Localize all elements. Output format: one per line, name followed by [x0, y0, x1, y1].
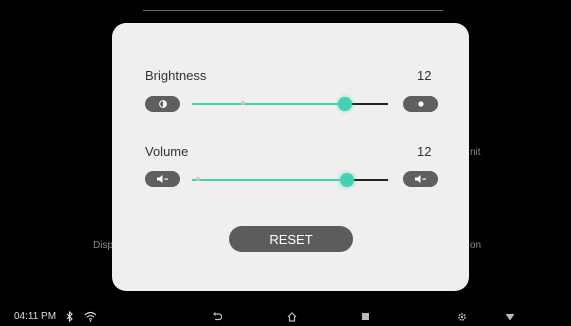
background-label-unit: nit — [470, 147, 481, 158]
brightness-volume-dialog: Brightness 12 Volume 12 RESET — [112, 23, 469, 291]
bluetooth-icon — [66, 307, 74, 326]
volume-increase-button[interactable] — [403, 171, 438, 187]
recents-icon[interactable] — [355, 307, 375, 326]
brightness-slider-thumb[interactable] — [337, 97, 352, 111]
volume-slider-tick — [196, 177, 200, 181]
top-divider — [143, 0, 443, 11]
back-icon[interactable] — [207, 307, 227, 326]
wifi-icon — [84, 307, 97, 326]
brightness-label: Brightness — [145, 68, 207, 83]
volume-up-icon — [414, 175, 427, 183]
brightness-slider-tick — [241, 101, 245, 105]
brightness-high-icon — [417, 101, 424, 107]
background-label-option: on — [470, 240, 482, 251]
brightness-low-icon — [158, 100, 167, 108]
volume-label: Volume — [145, 144, 189, 159]
brightness-increase-button[interactable] — [403, 96, 438, 112]
volume-slider-thumb[interactable] — [339, 173, 354, 187]
volume-slider-fill — [192, 179, 347, 181]
dropdown-icon[interactable] — [500, 307, 520, 326]
reset-button[interactable]: RESET — [229, 226, 353, 252]
volume-value: 12 — [417, 144, 432, 159]
volume-decrease-button[interactable] — [145, 171, 180, 187]
volume-slider[interactable] — [192, 173, 388, 187]
background-label-display: Disp — [93, 240, 114, 251]
brightness-slider[interactable] — [192, 97, 388, 111]
system-bar: 04:11 PM — [0, 307, 571, 326]
clock: 04:11 PM — [14, 311, 57, 322]
brightness-slider-fill — [192, 103, 345, 105]
brightness-value: 12 — [417, 68, 432, 83]
settings-icon[interactable] — [452, 307, 472, 326]
home-icon[interactable] — [282, 307, 302, 326]
brightness-decrease-button[interactable] — [145, 96, 180, 112]
volume-down-icon — [156, 175, 169, 183]
